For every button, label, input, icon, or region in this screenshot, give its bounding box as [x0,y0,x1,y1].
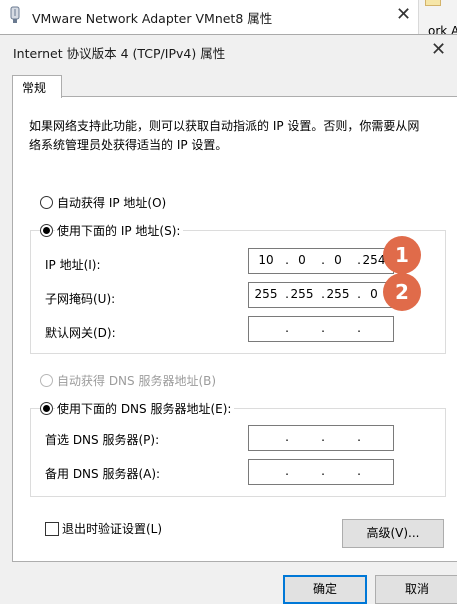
background-window-fragment: ork Ad [418,0,457,36]
dot: . [285,321,289,335]
dot: . [321,430,325,444]
annotation-badge-2: 2 [383,273,421,311]
ip-address-label: IP 地址(I): [45,258,101,272]
dialog-title: Internet 协议版本 4 (TCP/IPv4) 属性 [13,46,226,61]
background-window-title: VMware Network Adapter VMnet8 属性 [32,11,273,26]
auto-ip-radio[interactable] [40,196,53,209]
annotation-badge-1: 1 [383,236,421,274]
description-text: 如果网络支持此功能，则可以获取自动指派的 IP 设置。否则，你需要从网络系统管理… [29,119,420,152]
preferred-dns-label: 首选 DNS 服务器(P): [45,433,160,447]
subnet-mask-label: 子网掩码(U): [45,292,116,306]
alternate-dns-label: 备用 DNS 服务器(A): [45,467,161,481]
dot: . [357,321,361,335]
ip-octet-1: 10 [258,253,274,267]
ipv4-properties-dialog: Internet 协议版本 4 (TCP/IPv4) 属性 ✕ 常规 如果网络支… [0,34,457,604]
mask-octet-1: 255 [254,287,278,301]
tab-general-label: 常规 [22,81,47,95]
advanced-button[interactable]: 高级(V)... [342,519,444,548]
network-adapter-icon [10,6,20,23]
preferred-dns-input[interactable]: . . . [248,425,394,451]
dialog-close-icon[interactable]: ✕ [431,39,446,60]
ok-button[interactable]: 确定 [283,575,367,604]
dot: . [321,464,325,478]
dot: . [357,430,361,444]
auto-ip-label[interactable]: 自动获得 IP 地址(O) [57,194,166,211]
folder-icon [425,0,441,6]
default-gateway-label: 默认网关(D): [45,326,116,340]
ip-address-input[interactable]: 10 . 0 . 0 . 254 [248,248,394,274]
manual-dns-label[interactable]: 使用下面的 DNS 服务器地址(E): [55,400,235,417]
default-gateway-input[interactable]: . . . [248,316,394,342]
dot: . [285,430,289,444]
ip-octet-2: 0 [298,253,306,267]
validate-on-exit-label[interactable]: 退出时验证设置(L) [62,520,162,537]
tab-general[interactable]: 常规 [12,75,62,98]
validate-on-exit-checkbox[interactable] [45,522,59,536]
subnet-mask-input[interactable]: 255 . 255 . 255 . 0 [248,282,394,308]
background-close-icon[interactable]: ✕ [396,4,411,25]
alternate-dns-input[interactable]: . . . [248,459,394,485]
mask-octet-3: 255 [326,287,350,301]
manual-ip-radio[interactable] [40,224,53,237]
manual-ip-label[interactable]: 使用下面的 IP 地址(S): [55,222,184,239]
dot: . [357,464,361,478]
background-window: VMware Network Adapter VMnet8 属性 ✕ ork A… [0,0,457,36]
mask-octet-2: 255 [290,287,314,301]
manual-dns-radio[interactable] [40,402,53,415]
cancel-button[interactable]: 取消 [375,575,457,604]
dot: . [321,321,325,335]
ip-octet-3: 0 [334,253,342,267]
auto-dns-label[interactable]: 自动获得 DNS 服务器地址(B) [57,372,216,389]
auto-dns-radio[interactable] [40,374,53,387]
dot: . [285,464,289,478]
